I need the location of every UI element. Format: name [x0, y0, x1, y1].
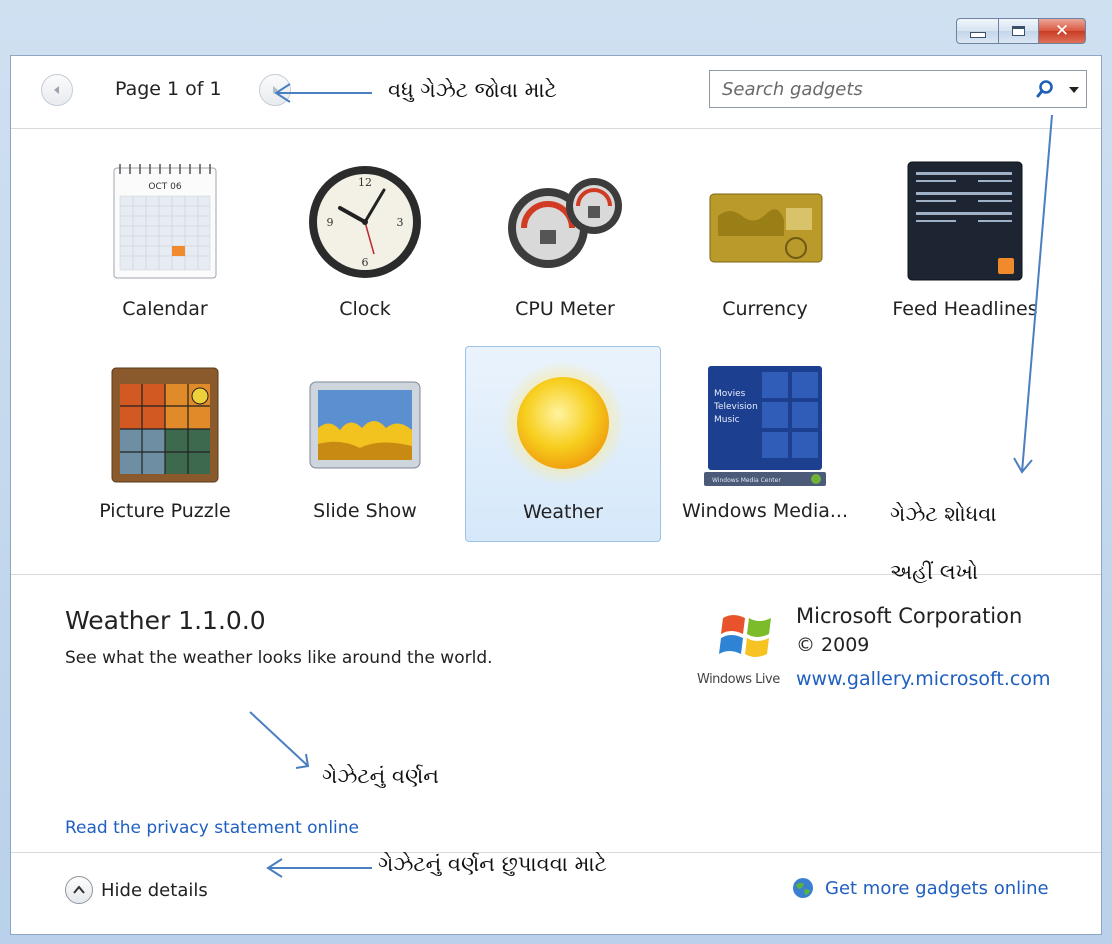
- gadget-details-title: Weather 1.1.0.0: [65, 606, 266, 635]
- search-box: [709, 70, 1087, 108]
- minimize-button[interactable]: [956, 18, 998, 44]
- hide-details-label: Hide details: [101, 879, 208, 901]
- svg-text:6: 6: [362, 256, 369, 269]
- media-footer-label: Windows Media Center: [712, 477, 781, 484]
- gadget-tile-cpu-meter[interactable]: CPU Meter: [467, 144, 663, 340]
- gadget-tile-picture-puzzle[interactable]: Picture Puzzle: [67, 346, 263, 542]
- media-menu-movies: Movies: [714, 389, 746, 399]
- gadget-tile-clock[interactable]: 12 3 6 9 Clock: [267, 144, 463, 340]
- gadget-name: Picture Puzzle: [99, 500, 231, 522]
- window-frame: ✕ Page 1 of 1 Search gadgets OCT 06 Cale…: [0, 0, 1112, 944]
- svg-text:3: 3: [397, 216, 404, 229]
- media-menu-television: Television: [713, 402, 758, 412]
- feed-headlines-icon: [907, 161, 1023, 281]
- search-icon: [1036, 80, 1053, 98]
- gadget-tile-slide-show[interactable]: Slide Show: [267, 346, 463, 542]
- get-more-gadgets-link[interactable]: Get more gadgets online: [791, 876, 1049, 900]
- annotation-more-gadgets: વધુ ગેઝેટ જોવા માટે: [388, 78, 557, 102]
- gadget-name: Windows Media...: [681, 500, 849, 522]
- windows-logo-icon: [719, 615, 771, 657]
- maximize-icon: [1012, 26, 1025, 36]
- annotation-search-line2: અહીં લખો: [890, 560, 979, 584]
- page-indicator: Page 1 of 1: [115, 78, 222, 100]
- next-page-button[interactable]: [259, 74, 291, 106]
- gadget-name: Feed Headlines: [892, 298, 1038, 320]
- search-button[interactable]: [1028, 79, 1062, 99]
- gadget-details-description: See what the weather looks like around t…: [65, 648, 493, 668]
- gadget-name: Weather: [523, 501, 603, 523]
- calendar-icon: OCT 06: [113, 164, 217, 279]
- windows-live-label: Windows Live: [697, 672, 780, 687]
- chevron-right-icon: [273, 86, 278, 94]
- annotation-search-line1: ગેઝેટ શોધવા: [890, 502, 997, 526]
- media-menu-music: Music: [714, 415, 740, 425]
- previous-page-button[interactable]: [41, 74, 73, 106]
- window-controls: ✕: [956, 18, 1086, 44]
- picture-puzzle-icon: [111, 367, 219, 483]
- annotation-description: ગેઝેટનું વર્ણન: [322, 764, 439, 788]
- gadget-gallery-panel: Page 1 of 1 Search gadgets OCT 06 Calend…: [10, 55, 1102, 935]
- chevron-up-icon: [73, 885, 85, 894]
- weather-sun-icon: [501, 361, 625, 485]
- calendar-month-label: OCT 06: [148, 182, 181, 192]
- close-button[interactable]: ✕: [1038, 18, 1086, 44]
- maximize-button[interactable]: [998, 18, 1038, 44]
- slide-show-icon: [309, 381, 421, 469]
- collapse-button[interactable]: [65, 876, 93, 904]
- globe-icon: [793, 878, 813, 898]
- get-more-gadgets-label: Get more gadgets online: [825, 877, 1049, 899]
- vendor-name: Microsoft Corporation: [796, 604, 1023, 628]
- close-icon: ✕: [1054, 21, 1070, 41]
- search-options-dropdown[interactable]: [1062, 82, 1086, 96]
- gadget-name: Calendar: [122, 298, 208, 320]
- vendor-copyright: © 2009: [796, 634, 870, 656]
- privacy-statement-link[interactable]: Read the privacy statement online: [65, 818, 359, 838]
- toolbar-divider: [11, 128, 1101, 129]
- chevron-left-icon: [54, 86, 59, 94]
- search-input[interactable]: [710, 77, 1028, 101]
- annotation-hide-description: ગેઝેટનું વર્ણન છુપાવવા માટે: [378, 852, 607, 876]
- clock-icon: 12 3 6 9: [309, 166, 421, 278]
- cpu-meter-icon: [508, 178, 622, 268]
- gadget-name: Clock: [339, 298, 391, 320]
- svg-text:9: 9: [327, 216, 334, 229]
- gadget-tile-calendar[interactable]: OCT 06 Calendar: [67, 144, 263, 340]
- gadget-tile-feed-headlines[interactable]: Feed Headlines: [867, 144, 1063, 340]
- gadget-name: Currency: [722, 298, 808, 320]
- vendor-website-link[interactable]: www.gallery.microsoft.com: [796, 668, 1050, 690]
- gadget-name: Slide Show: [313, 500, 417, 522]
- minimize-icon: [969, 32, 986, 38]
- svg-text:12: 12: [358, 176, 372, 189]
- hide-details-button[interactable]: Hide details: [65, 876, 208, 904]
- chevron-down-icon: [1069, 87, 1079, 93]
- gadget-tile-currency[interactable]: Currency: [667, 144, 863, 340]
- gadget-tile-weather[interactable]: Weather: [465, 346, 661, 542]
- gadget-name: CPU Meter: [515, 298, 615, 320]
- gadget-tile-windows-media-center[interactable]: Movies Television Music Windows Media Ce…: [667, 346, 863, 542]
- currency-icon: [709, 193, 823, 263]
- windows-media-center-icon: Movies Television Music Windows Media Ce…: [704, 366, 826, 486]
